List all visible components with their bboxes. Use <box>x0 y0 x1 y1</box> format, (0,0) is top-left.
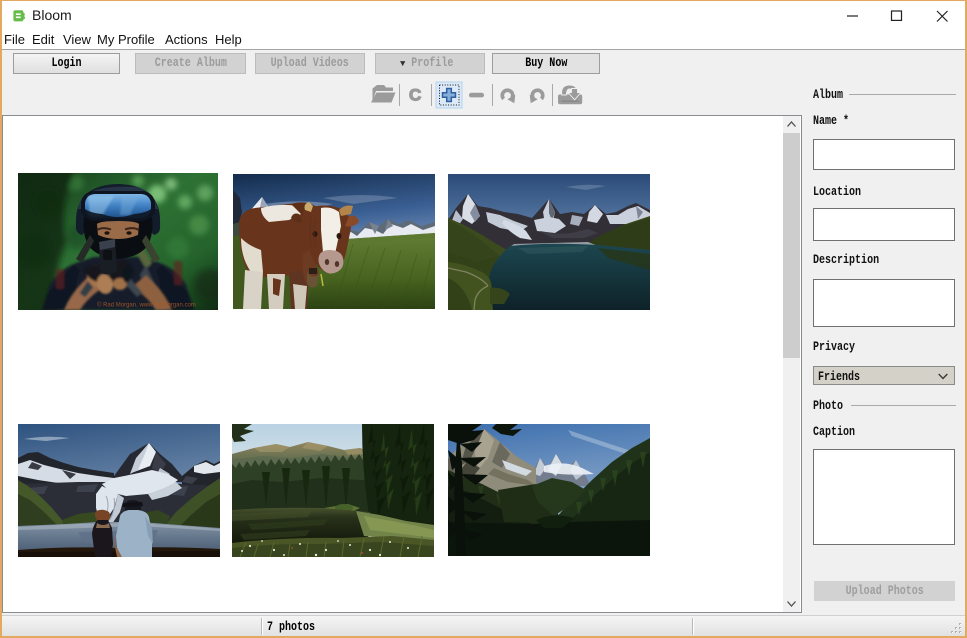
svg-text:© Rad Morgan, www.radmorgan.co: © Rad Morgan, www.radmorgan.com <box>97 302 196 309</box>
svg-text:C: C <box>409 86 421 105</box>
